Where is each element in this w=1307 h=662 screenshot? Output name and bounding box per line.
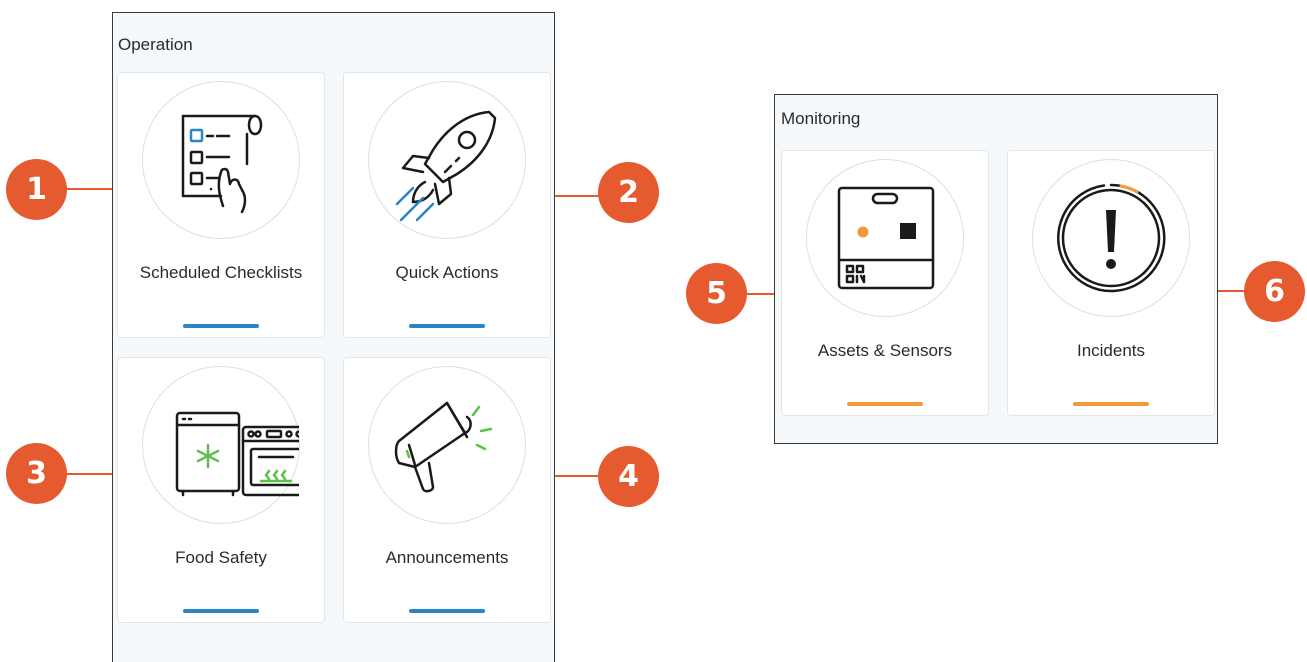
tile-scheduled-checklists[interactable]: Scheduled Checklists: [117, 72, 325, 338]
callout-marker-1: 1: [6, 159, 67, 220]
monitoring-panel: Monitoring Assets & Sensors Incidents: [774, 94, 1218, 444]
callout-marker-4: 4: [598, 446, 659, 507]
tile-accent-bar: [183, 609, 259, 613]
operation-panel: Operation Scheduled Checklists Quick Act…: [112, 12, 555, 662]
callout-marker-5: 5: [686, 263, 747, 324]
monitoring-title: Monitoring: [781, 109, 861, 128]
tile-quick-actions[interactable]: Quick Actions: [343, 72, 551, 338]
alert-icon: [1032, 159, 1190, 317]
callout-marker-6: 6: [1244, 261, 1305, 322]
operation-title: Operation: [118, 35, 193, 54]
tile-accent-bar: [1073, 402, 1149, 406]
tile-label: Scheduled Checklists: [139, 263, 303, 282]
callout-leader-4: [555, 475, 601, 477]
callout-leader-3: [66, 473, 112, 475]
tile-incidents[interactable]: Incidents: [1007, 150, 1215, 416]
tile-accent-bar: [409, 609, 485, 613]
callout-leader-1: [66, 188, 112, 190]
callout-marker-2: 2: [598, 162, 659, 223]
rocket-icon: [368, 81, 526, 239]
sensor-device-icon: [806, 159, 964, 317]
fridge-oven-icon: [142, 366, 300, 524]
tile-announcements[interactable]: Announcements: [343, 357, 551, 623]
checklist-icon: [142, 81, 300, 239]
tile-label: Food Safety: [175, 548, 267, 567]
tile-accent-bar: [409, 324, 485, 328]
callout-leader-2: [555, 195, 601, 197]
tile-label: Announcements: [385, 548, 509, 567]
megaphone-icon: [368, 366, 526, 524]
tile-label: Incidents: [1076, 341, 1146, 360]
tile-label: Assets & Sensors: [817, 341, 953, 360]
callout-marker-3: 3: [6, 443, 67, 504]
tile-label: Quick Actions: [395, 263, 499, 282]
tile-accent-bar: [183, 324, 259, 328]
tile-accent-bar: [847, 402, 923, 406]
tile-assets-sensors[interactable]: Assets & Sensors: [781, 150, 989, 416]
tile-food-safety[interactable]: Food Safety: [117, 357, 325, 623]
